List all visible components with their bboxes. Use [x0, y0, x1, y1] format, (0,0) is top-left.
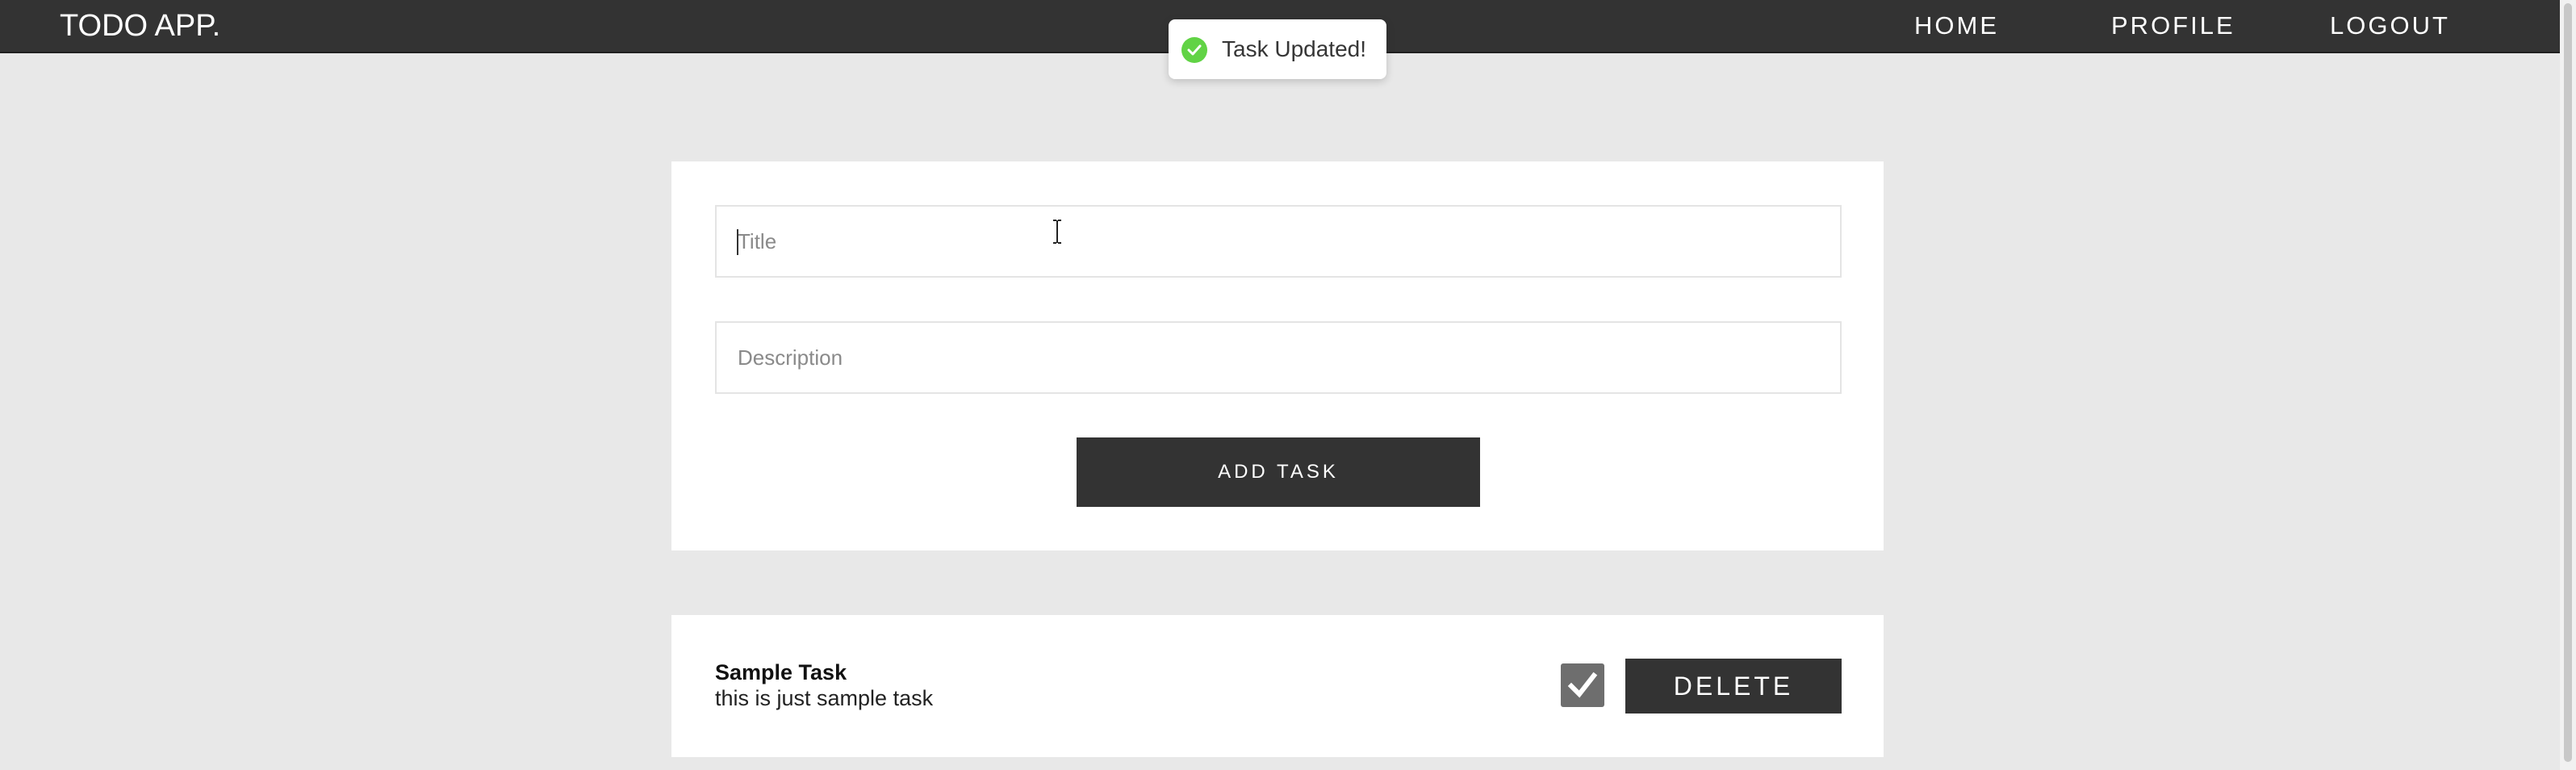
add-task-button[interactable]: ADD TASK — [1077, 437, 1480, 507]
nav-link-home[interactable]: HOME — [1914, 11, 1999, 40]
title-input[interactable] — [715, 205, 1842, 278]
nav-link-profile[interactable]: PROFILE — [2111, 11, 2235, 40]
scrollbar-thumb[interactable] — [2564, 3, 2572, 762]
task-description: this is just sample task — [715, 686, 934, 710]
task-title: Sample Task — [715, 660, 847, 684]
checkmark-icon — [1567, 672, 1598, 698]
toast-notification: Task Updated! — [1169, 19, 1386, 79]
app-brand[interactable]: TODO APP. — [60, 10, 220, 42]
check-circle-icon — [1181, 37, 1207, 63]
delete-task-button[interactable]: DELETE — [1625, 659, 1842, 714]
nav-link-logout[interactable]: LOGOUT — [2330, 11, 2450, 40]
task-complete-checkbox[interactable] — [1561, 663, 1604, 707]
text-caret — [737, 229, 738, 255]
description-input[interactable] — [715, 321, 1842, 394]
ibeam-cursor-icon — [1053, 220, 1061, 244]
toast-message: Task Updated! — [1222, 36, 1366, 61]
